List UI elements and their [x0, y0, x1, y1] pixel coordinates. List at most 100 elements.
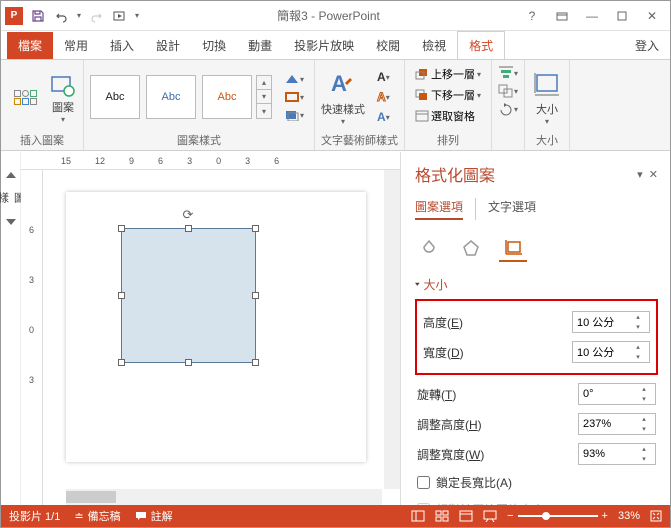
chevron-down-icon[interactable]: ▾	[61, 115, 65, 124]
lock-ratio-row[interactable]: 鎖定長寬比(A)	[415, 469, 658, 496]
width-input[interactable]	[573, 342, 631, 362]
insert-shape-icon[interactable]	[49, 71, 77, 99]
scale-width-spinner[interactable]: ▴▾	[578, 443, 656, 465]
spin-down-icon[interactable]: ▾	[637, 454, 651, 464]
spin-up-icon[interactable]: ▴	[637, 384, 651, 394]
pane-close-icon[interactable]: ✕	[649, 169, 658, 181]
help-icon[interactable]: ?	[518, 6, 546, 26]
selection-pane-button[interactable]: 選取窗格	[411, 106, 481, 126]
resize-handle[interactable]	[185, 359, 192, 366]
ribbon-display-icon[interactable]	[548, 6, 576, 26]
shape-styles-gallery[interactable]: Abc Abc Abc	[90, 75, 252, 119]
tab-format[interactable]: 格式	[457, 31, 505, 59]
bring-forward-button[interactable]: 上移一層▾	[411, 64, 485, 84]
height-spinner[interactable]: ▴▾	[572, 311, 650, 333]
shapes-gallery-icon[interactable]	[14, 90, 37, 105]
slideshow-view-icon[interactable]	[483, 510, 497, 522]
shape-style-preview[interactable]: Abc	[146, 75, 196, 119]
text-fill-icon[interactable]: A▾	[373, 68, 394, 86]
width-spinner[interactable]: ▴▾	[572, 341, 650, 363]
shape-outline-icon[interactable]: ▾	[280, 89, 308, 105]
notes-button[interactable]: ≐ 備忘稿	[74, 508, 120, 524]
zoom-level[interactable]: 33%	[618, 510, 640, 522]
zoom-slider[interactable]: − +	[507, 510, 608, 522]
gallery-more-icon[interactable]: ▾	[257, 104, 271, 118]
rotate-icon[interactable]: ▾	[494, 100, 522, 118]
tab-text-options[interactable]: 文字選項	[488, 198, 536, 220]
shape-effects-icon[interactable]: ▾	[280, 107, 308, 123]
comments-button[interactable]: 註解	[135, 508, 173, 524]
resize-handle[interactable]	[118, 292, 125, 299]
gallery-down-icon[interactable]: ▾	[257, 90, 271, 104]
close-icon[interactable]: ✕	[638, 6, 666, 26]
tab-insert[interactable]: 插入	[99, 32, 145, 59]
text-outline-icon[interactable]: A▾	[373, 88, 394, 106]
resize-handle[interactable]	[118, 359, 125, 366]
tab-design[interactable]: 設計	[145, 32, 191, 59]
rotation-handle-icon[interactable]: ⟳	[183, 207, 194, 223]
chevron-down-icon[interactable]: ▾	[341, 117, 345, 126]
expand-down-icon[interactable]	[6, 219, 16, 225]
resize-handle[interactable]	[252, 359, 259, 366]
spin-up-icon[interactable]: ▴	[631, 312, 645, 322]
zoom-in-icon[interactable]: +	[602, 510, 608, 522]
lock-ratio-checkbox[interactable]	[417, 476, 430, 489]
start-from-beginning-icon[interactable]	[111, 7, 129, 25]
tab-view[interactable]: 檢視	[411, 32, 457, 59]
selected-shape[interactable]: ⟳	[121, 228, 256, 363]
normal-view-icon[interactable]	[411, 510, 425, 522]
spin-down-icon[interactable]: ▾	[637, 424, 651, 434]
tab-transitions[interactable]: 切換	[191, 32, 237, 59]
slide-indicator[interactable]: 投影片 1/1	[9, 508, 60, 524]
tab-home[interactable]: 常用	[53, 32, 99, 59]
pane-menu-icon[interactable]: ▾	[637, 169, 643, 181]
size-section-header[interactable]: 大小	[415, 276, 658, 293]
zoom-out-icon[interactable]: −	[507, 510, 513, 522]
fit-to-window-icon[interactable]	[650, 510, 662, 522]
spin-down-icon[interactable]: ▾	[631, 322, 645, 332]
scale-height-spinner[interactable]: ▴▾	[578, 413, 656, 435]
spin-down-icon[interactable]: ▾	[631, 352, 645, 362]
size-properties-icon[interactable]	[499, 234, 527, 262]
spin-up-icon[interactable]: ▴	[631, 342, 645, 352]
chevron-down-icon[interactable]: ▾	[545, 117, 549, 126]
fill-line-icon[interactable]	[415, 234, 443, 262]
tab-review[interactable]: 校閱	[365, 32, 411, 59]
zoom-track[interactable]	[518, 515, 598, 517]
send-backward-button[interactable]: 下移一層▾	[411, 85, 485, 105]
gallery-up-icon[interactable]: ▴	[257, 76, 271, 90]
align-icon[interactable]: ▾	[494, 64, 522, 82]
horizontal-scrollbar[interactable]	[66, 489, 382, 505]
spin-up-icon[interactable]: ▴	[637, 414, 651, 424]
maximize-icon[interactable]	[608, 6, 636, 26]
zoom-thumb[interactable]	[542, 512, 550, 520]
expand-up-icon[interactable]	[6, 172, 16, 178]
height-input[interactable]	[573, 312, 631, 332]
tab-shape-options[interactable]: 圖案選項	[415, 198, 463, 220]
text-effects-icon[interactable]: A▾	[373, 108, 394, 126]
undo-dropdown-icon[interactable]: ▾	[77, 11, 81, 20]
group-icon[interactable]: ▾	[494, 82, 522, 100]
resize-handle[interactable]	[252, 225, 259, 232]
tab-file[interactable]: 檔案	[7, 32, 53, 59]
minimize-icon[interactable]: —	[578, 6, 606, 26]
resize-handle[interactable]	[252, 292, 259, 299]
tab-slideshow[interactable]: 投影片放映	[283, 32, 365, 59]
redo-icon[interactable]	[87, 7, 105, 25]
shape-fill-icon[interactable]: ▾	[280, 71, 308, 87]
spin-up-icon[interactable]: ▴	[637, 444, 651, 454]
signin-link[interactable]: 登入	[624, 32, 670, 59]
undo-icon[interactable]	[53, 7, 71, 25]
quick-styles-icon[interactable]: A	[327, 69, 359, 101]
slide-canvas[interactable]: ⟳	[66, 192, 366, 462]
scale-width-input[interactable]	[579, 444, 637, 464]
shape-style-preview[interactable]: Abc	[202, 75, 252, 119]
tab-animations[interactable]: 動畫	[237, 32, 283, 59]
size-icon[interactable]	[531, 69, 563, 101]
shape-style-preview[interactable]: Abc	[90, 75, 140, 119]
rotation-input[interactable]	[579, 384, 637, 404]
rotation-spinner[interactable]: ▴▾	[578, 383, 656, 405]
effects-icon[interactable]	[457, 234, 485, 262]
sorter-view-icon[interactable]	[435, 510, 449, 522]
resize-handle[interactable]	[118, 225, 125, 232]
